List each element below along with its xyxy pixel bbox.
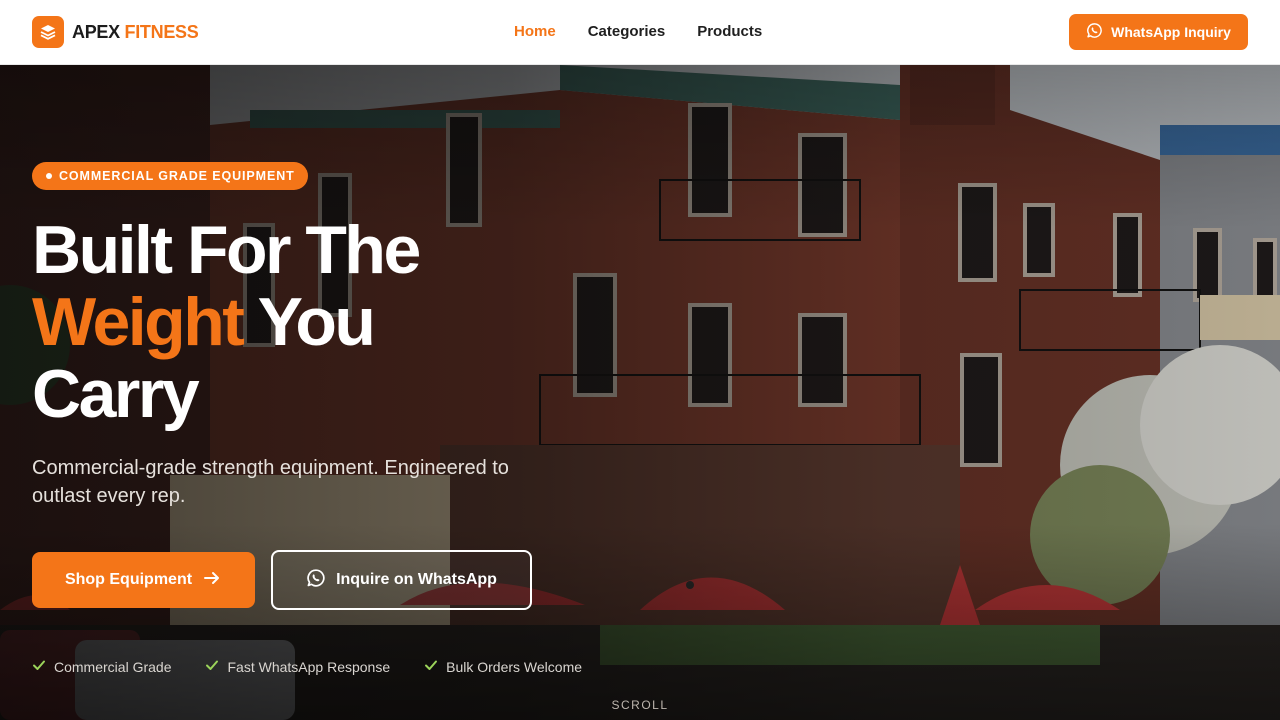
- whatsapp-inquiry-button[interactable]: WhatsApp Inquiry: [1069, 14, 1248, 50]
- whatsapp-icon: [1086, 22, 1103, 42]
- whatsapp-inquiry-label: WhatsApp Inquiry: [1111, 24, 1231, 40]
- nav-link-products[interactable]: Products: [681, 20, 778, 43]
- hero-feature-list: Commercial Grade Fast WhatsApp Response …: [32, 658, 582, 675]
- check-icon: [205, 658, 219, 675]
- nav-link-categories[interactable]: Categories: [572, 20, 682, 43]
- hero-subcopy: Commercial-grade strength equipment. Eng…: [32, 457, 509, 507]
- feature-label: Fast WhatsApp Response: [227, 658, 391, 675]
- headline-accent-word: Weight: [32, 284, 245, 360]
- brand-name: APEX FITNESS: [72, 21, 199, 43]
- feature-label: Bulk Orders Welcome: [446, 658, 583, 675]
- badge-dot: [46, 173, 52, 179]
- layers-icon: [32, 16, 64, 48]
- brand-logo-link[interactable]: APEX FITNESS: [32, 16, 199, 48]
- inquire-whatsapp-button[interactable]: Inquire on WhatsApp: [271, 550, 532, 610]
- brand-name-part2: FITNESS: [124, 21, 199, 42]
- headline-line-1: Built For The: [32, 212, 421, 288]
- scroll-indicator[interactable]: SCROLL: [0, 698, 1280, 712]
- feature-item: Bulk Orders Welcome: [424, 658, 582, 675]
- feature-item: Fast WhatsApp Response: [205, 658, 390, 675]
- headline-line-3: Carry: [32, 356, 200, 432]
- inquire-whatsapp-label: Inquire on WhatsApp: [336, 571, 497, 588]
- feature-label: Commercial Grade: [54, 658, 172, 675]
- whatsapp-icon: [306, 568, 326, 593]
- main-nav: Home Categories Products: [498, 20, 778, 43]
- headline-line-2-rest: You: [257, 284, 376, 360]
- feature-item: Commercial Grade: [32, 658, 171, 675]
- top-navbar: APEX FITNESS Home Categories Products Wh…: [0, 0, 1280, 65]
- brand-name-part1: APEX: [72, 21, 120, 42]
- nav-link-home[interactable]: Home: [498, 20, 572, 43]
- hero-badge-text: COMMERCIAL GRADE EQUIPMENT: [59, 169, 295, 183]
- headline-line-2: Weight You: [32, 286, 419, 358]
- check-icon: [32, 658, 46, 675]
- shop-equipment-label: Shop Equipment: [64, 571, 193, 588]
- hero-headline: Built For The Weight You Carry: [32, 212, 421, 432]
- hero-badge: COMMERCIAL GRADE EQUIPMENT: [32, 162, 308, 190]
- arrow-right-icon: [202, 568, 222, 593]
- check-icon: [424, 658, 438, 675]
- shop-equipment-button[interactable]: Shop Equipment: [32, 552, 255, 608]
